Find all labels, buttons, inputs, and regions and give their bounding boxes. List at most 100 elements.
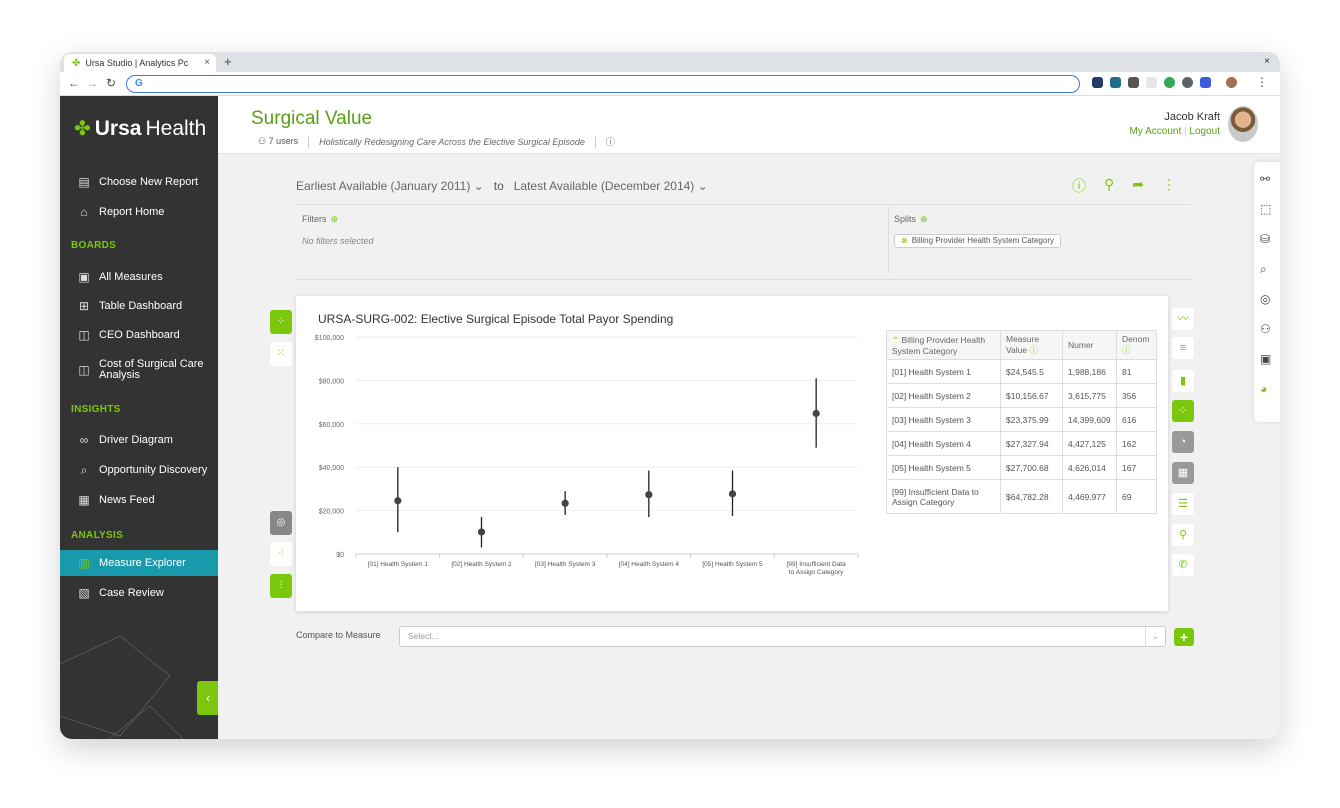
table-cell-measure-value: $24,545.5 [1000,359,1063,384]
avatar[interactable] [1228,106,1258,142]
compare-label: Compare to Measure [296,630,381,640]
ursa-health-logo[interactable]: ✤ Ursa Health [74,116,206,141]
chart-search-icon[interactable]: ⌕ [1260,262,1267,277]
chart-type-heatmap-button[interactable]: ▦ [1172,462,1194,484]
back-icon[interactable]: ← [68,76,80,90]
browser-menu-icon[interactable]: ⋮ [1256,75,1268,89]
table-row[interactable]: [99] Insufficient Data to Assign Categor… [886,479,1157,514]
new-tab-icon[interactable]: + [224,54,232,69]
profile-icon[interactable] [1226,77,1237,88]
my-account-link[interactable]: My Account [1130,126,1182,137]
extension-3-icon[interactable] [1128,77,1139,88]
share-network-icon[interactable]: ⚯ [1260,172,1270,186]
table-header-category[interactable]: ⌃ Billing Provider Health System Categor… [886,330,1001,360]
tab-close-icon[interactable]: × [204,57,210,68]
sidebar-item-ceo-dashboard[interactable]: ◫ CEO Dashboard [60,322,218,348]
chart-type-dot-button[interactable]: ⁘ [1172,400,1194,422]
y-tick-label: $60,000 [319,422,344,429]
extension-1-icon[interactable] [1092,77,1103,88]
sidebar-item-choose-new-report[interactable]: ▤ Choose New Report [60,169,218,195]
browser-tabbar: ✤ Ursa Studio | Analytics Pc × + × [60,52,1280,72]
more-menu-icon[interactable]: ⋮ [1162,176,1176,196]
extension-5-icon[interactable] [1164,77,1175,88]
start-date-select[interactable]: Earliest Available (January 2011) ⌄ [296,179,484,193]
sidebar-item-measure-explorer[interactable]: ▥ Measure Explorer [60,550,218,576]
remove-split-icon[interactable]: ⊗ [901,236,908,245]
pin-icon[interactable]: ⚲ [1104,176,1114,196]
browser-tab[interactable]: ✤ Ursa Studio | Analytics Pc × [64,54,216,72]
add-filter-icon[interactable]: ⊕ [331,214,339,224]
sidebar-item-cost-of-surgical-care[interactable]: ◫ Cost of Surgical Care Analysis [60,352,218,388]
report-icon[interactable]: ▣ [1260,352,1271,366]
chart-mode-dots-button[interactable]: ⁖ [270,542,292,566]
chart-type-hbar-button[interactable]: ☰ [1172,493,1194,515]
collapse-sidebar-button[interactable]: ‹ [197,681,218,715]
address-input[interactable]: G [126,75,1080,93]
window-close-icon[interactable]: × [1264,56,1270,67]
chart-mode-scatter-button[interactable]: ⁘ [270,310,292,334]
forward-icon[interactable]: → [86,76,98,90]
data-point [728,490,737,498]
split-chip[interactable]: ⊗ Billing Provider Health System Category [894,234,1061,248]
table-cell-measure-value: $10,156.67 [1000,383,1063,408]
table-header-denom[interactable]: Denom ⓘ [1116,330,1157,360]
add-split-icon[interactable]: ⊕ [920,214,928,224]
chart-type-pie-button[interactable]: ◔ [1172,431,1194,453]
table-header-numer[interactable]: Numer [1062,330,1117,360]
export-icon[interactable]: ⬚ [1260,202,1271,216]
table-cell-measure-value: $27,700.68 [1000,455,1063,480]
chart-mode-errorbar-button[interactable]: ⫶ [270,574,292,598]
chevron-down-icon: ⌄ [473,179,484,193]
chart-type-area-button[interactable]: ≡ [1172,337,1194,359]
page-description: Holistically Redesigning Care Across the… [319,136,585,147]
table-cell-numer: 3,615,775 [1062,383,1117,408]
chart-type-phone-button[interactable]: ✆ [1172,554,1194,576]
table-cell-category: [01] Health System 1 [886,359,1001,384]
logout-link[interactable]: Logout [1189,126,1220,137]
sidebar-item-all-measures[interactable]: ▣ All Measures [60,264,218,290]
target-search-icon[interactable]: ◎ [1260,292,1270,306]
end-date-select[interactable]: Latest Available (December 2014) ⌄ [514,179,708,193]
x-tick-label: [02] Health System 2 [451,561,512,568]
sidebar-decoration [60,636,184,739]
table-cell-measure-value: $64,782.28 [1000,479,1063,514]
table-row[interactable]: [01] Health System 1 $24,545.5 1,988,186 81 [886,359,1157,384]
table-cell-denom: 69 [1116,479,1157,514]
data-source-icon[interactable]: ⛁ [1260,232,1270,246]
extension-2-icon[interactable] [1110,77,1121,88]
users-count[interactable]: ⚇ 7 users [258,136,298,147]
sidebar-item-driver-diagram[interactable]: ∞ Driver Diagram [60,427,218,453]
compare-measure-select[interactable]: Select... ⌄ [399,626,1166,647]
y-tick-label: $20,000 [319,509,344,516]
chart-mode-group-button[interactable]: ⁙ [270,342,292,366]
sidebar-item-table-dashboard[interactable]: ⊞ Table Dashboard [60,293,218,319]
reload-icon[interactable]: ↻ [106,76,116,90]
sidebar-item-case-review[interactable]: ▧ Case Review [60,580,218,606]
table-row[interactable]: [02] Health System 2 $10,156.67 3,615,775 3… [886,383,1157,408]
chart-type-bar-button[interactable]: ▮ [1172,370,1194,392]
sidebar-item-opportunity-discovery[interactable]: ⌕ Opportunity Discovery [60,457,218,483]
table-cell-denom: 162 [1116,431,1157,456]
user-settings-icon[interactable]: ⚇ [1260,322,1271,336]
table-row[interactable]: [04] Health System 4 $27,327.94 4,427,125 1… [886,431,1157,456]
chart-type-map-button[interactable]: ⚲ [1172,524,1194,546]
chart-mode-radar-button[interactable]: ◎ [270,511,292,535]
help-icon[interactable]: ⓘ [1072,176,1086,196]
table-cell-denom: 616 [1116,407,1157,432]
table-row[interactable]: [03] Health System 3 $23,375.99 14,399,609… [886,407,1157,432]
chart-icon: ▥ [78,556,90,570]
extension-6-icon[interactable] [1182,77,1193,88]
sidebar-item-report-home[interactable]: ⌂ Report Home [60,199,218,225]
info-icon[interactable]: ⓘ [606,135,615,148]
user-icon: ⚇ [258,136,267,146]
add-compare-button[interactable]: + [1174,628,1194,646]
sidebar-item-news-feed[interactable]: ▦ News Feed [60,487,218,513]
pie-segment-icon[interactable]: ◕ [1260,382,1267,396]
share-arrow-icon[interactable]: ➦ [1132,176,1144,196]
table-row[interactable]: [05] Health System 5 $27,700.68 4,626,014 1… [886,455,1157,480]
extension-7-icon[interactable] [1200,77,1211,88]
table-header-measure-value[interactable]: Measure Value ⓘ [1000,330,1063,360]
chart-type-line-button[interactable]: 〰 [1172,308,1194,330]
extension-4-icon[interactable] [1146,77,1157,88]
table-cell-category: [04] Health System 4 [886,431,1001,456]
